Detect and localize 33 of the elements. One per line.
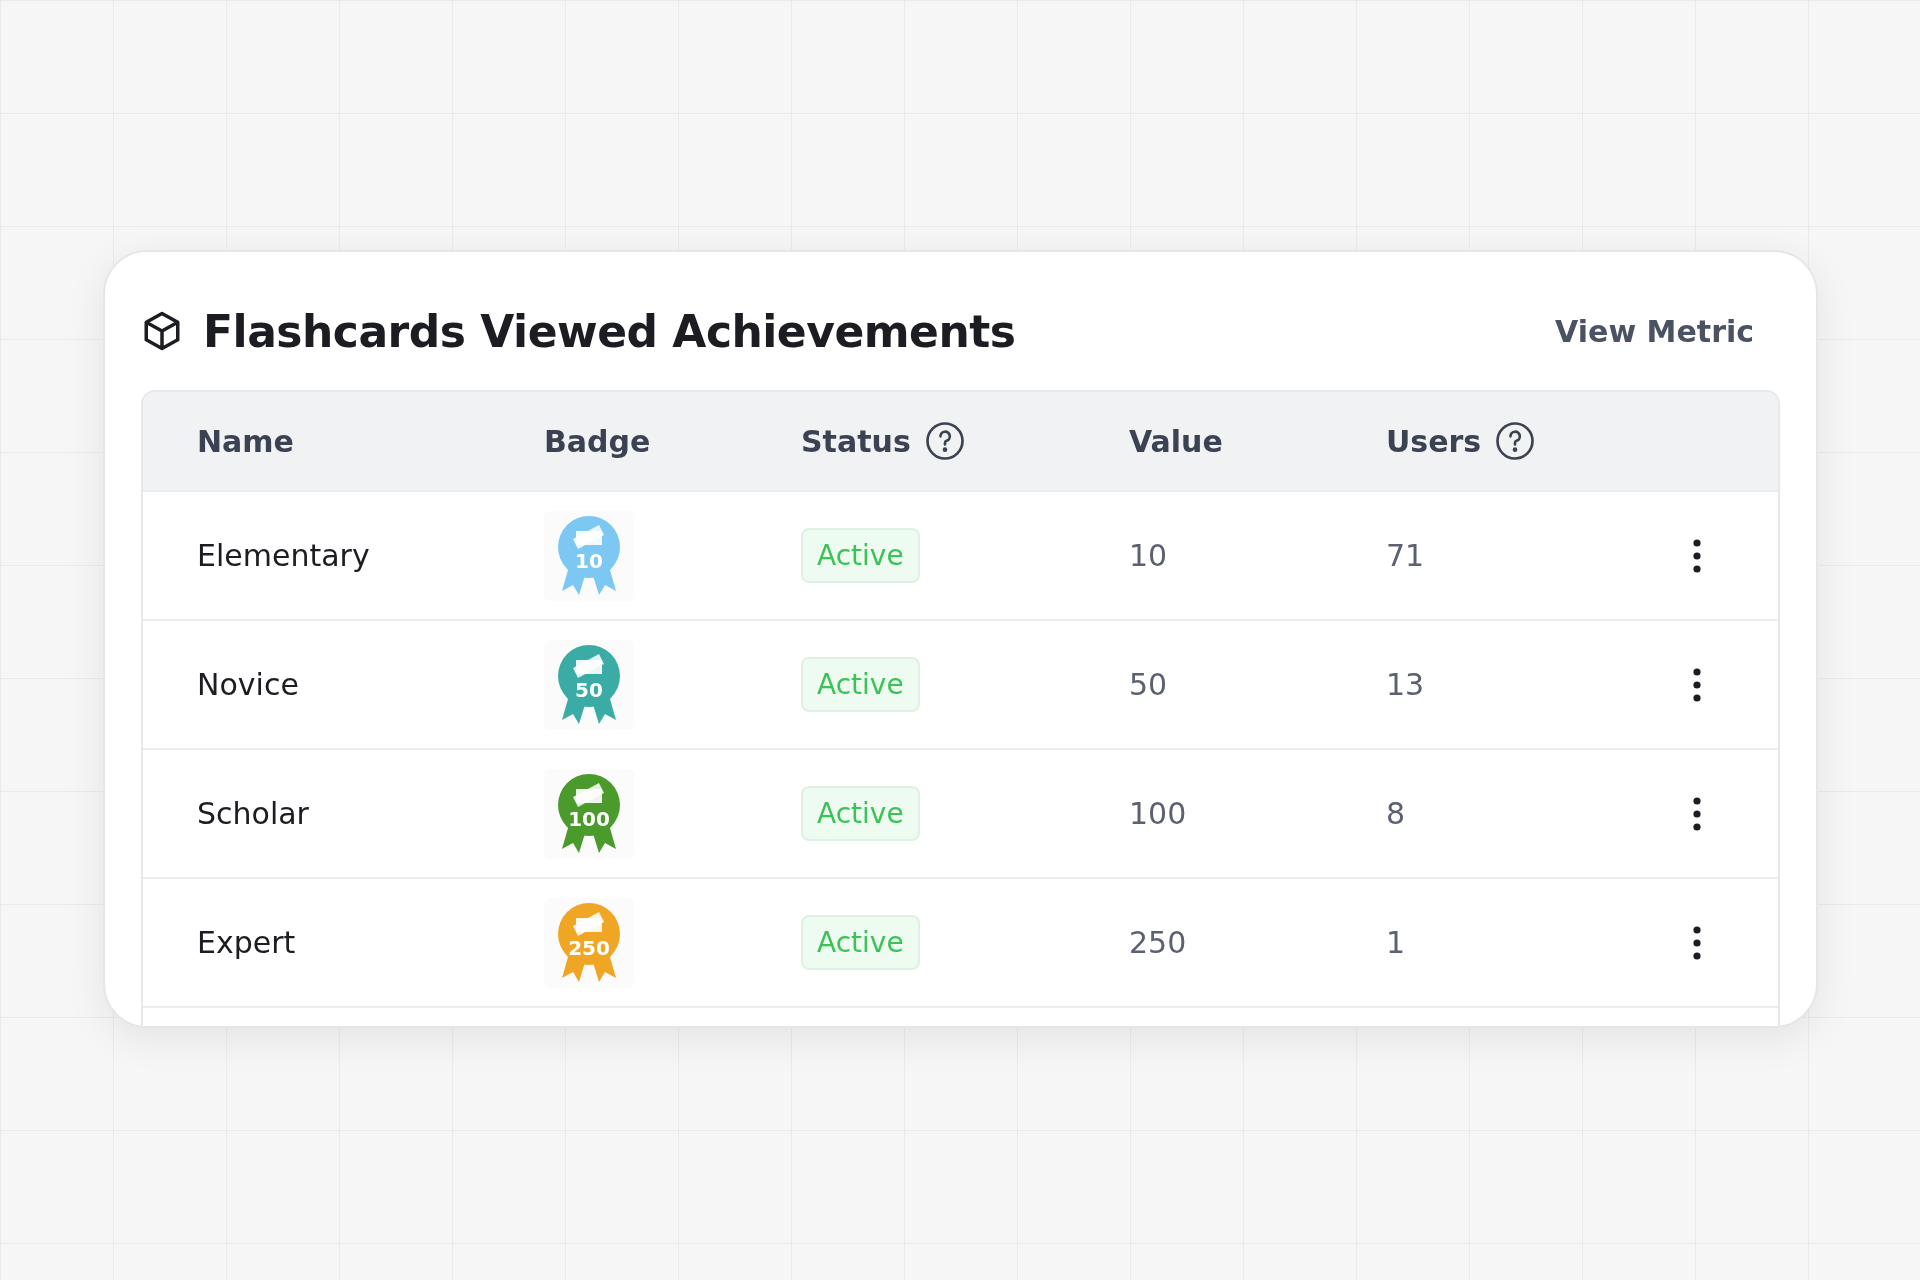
card-title: Flashcards Viewed Achievements — [203, 305, 1017, 357]
badge-number: 50 — [574, 677, 604, 702]
value-cell-text: 10 — [1129, 538, 1169, 573]
more-options-icon[interactable] — [1692, 666, 1702, 703]
badge-number: 10 — [574, 548, 604, 573]
value-cell-text: 50 — [1129, 667, 1169, 702]
column-header: Status — [801, 423, 911, 459]
users-cell-text: 13 — [1386, 667, 1426, 702]
view-metric-link[interactable]: View Metric — [1555, 313, 1754, 349]
badge-number: 100 — [567, 806, 611, 831]
more-options-icon[interactable] — [1692, 795, 1702, 832]
status-badge: Active — [801, 786, 920, 841]
help-icon[interactable] — [924, 421, 965, 461]
column-header: Value — [1129, 423, 1223, 459]
badge-number: 250 — [567, 935, 611, 960]
name-cell-text: Novice — [197, 667, 300, 702]
users-cell-text: 1 — [1386, 925, 1407, 960]
column-header: Badge — [544, 423, 651, 459]
column-header: Users — [1386, 423, 1482, 459]
value-cell-text: 100 — [1129, 796, 1188, 831]
status-badge: Active — [801, 657, 920, 712]
name-cell-text: Expert — [197, 925, 297, 960]
value-cell-text: 250 — [1129, 925, 1188, 960]
more-options-icon[interactable] — [1692, 924, 1702, 961]
status-badge: Active — [801, 528, 920, 583]
name-cell-text: Scholar — [197, 796, 310, 831]
status-badge: Active — [801, 915, 920, 970]
column-header: Name — [197, 423, 294, 459]
name-cell-text: Elementary — [197, 538, 371, 573]
help-icon[interactable] — [1495, 421, 1536, 461]
users-cell-text: 8 — [1386, 796, 1407, 831]
more-options-icon[interactable] — [1692, 537, 1702, 574]
users-cell-text: 71 — [1386, 538, 1426, 573]
